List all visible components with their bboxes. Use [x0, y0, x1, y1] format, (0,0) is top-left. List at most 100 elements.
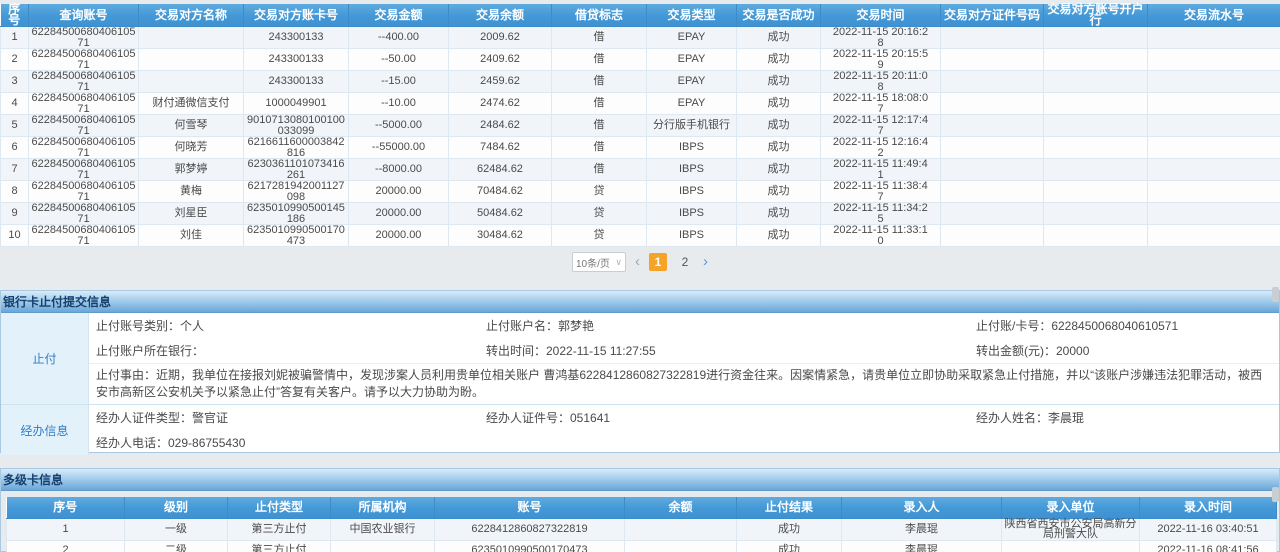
chevron-left-icon[interactable]: ‹ — [635, 253, 640, 271]
cell — [941, 137, 1044, 159]
column-header: 账号 — [435, 497, 625, 518]
stop-payment-fields: 止付账号类别：个人 止付账户名：郭梦艳 止付账/卡号：6228450068040… — [89, 313, 1279, 404]
cell — [941, 115, 1044, 137]
cell: 成功 — [737, 540, 842, 552]
cell: 7 — [1, 159, 29, 181]
cell: 李晨琨 — [842, 518, 1002, 540]
table-row: 862284500680406105 71黄梅6217281942001127 … — [1, 181, 1280, 203]
cell: 借 — [552, 115, 647, 137]
cell: 62284500680406105 71 — [29, 159, 139, 181]
cell: 成功 — [737, 93, 821, 115]
cell: 62284500680406105 71 — [29, 49, 139, 71]
cell — [941, 181, 1044, 203]
cell: 2474.62 — [449, 93, 552, 115]
cell: 5 — [1, 115, 29, 137]
cell: 2022-11-16 03:40:51 — [1140, 518, 1277, 540]
cell: IBPS — [647, 159, 737, 181]
cell: 二级 — [125, 540, 228, 552]
scrollbar-thumb[interactable] — [1272, 487, 1279, 502]
chevron-right-icon[interactable]: › — [703, 253, 708, 271]
cell: --15.00 — [349, 71, 449, 93]
cell: 62284500680406105 71 — [29, 93, 139, 115]
cell — [941, 159, 1044, 181]
page-button-2[interactable]: 2 — [676, 253, 694, 271]
cell: 2022-11-15 11:33:1 0 — [821, 225, 941, 247]
cell: 9 — [1, 203, 29, 225]
page-size-label: 10条/页 — [576, 255, 610, 270]
table-row: 1062284500680406105 71刘佳6235010990500170… — [1, 225, 1280, 247]
cell: 第三方止付 — [228, 518, 331, 540]
column-header: 所属机构 — [331, 497, 435, 518]
cell: 成功 — [737, 203, 821, 225]
table-row: 462284500680406105 71财付通微信支付1000049901--… — [1, 93, 1280, 115]
cell: 借 — [552, 49, 647, 71]
account-bank-field: 止付账户所在银行： — [96, 342, 486, 359]
multilevel-card-panel: 多级卡信息 序号级别止付类型所属机构账号余额止付结果录入人录入单位录入时间 1一… — [0, 468, 1280, 552]
cell: 243300133 — [244, 71, 349, 93]
cell — [331, 540, 435, 552]
cell: 1000049901 — [244, 93, 349, 115]
column-header: 借贷标志 — [552, 4, 647, 27]
cell: 9010713080100100 033099 — [244, 115, 349, 137]
page-button-1[interactable]: 1 — [649, 253, 667, 271]
column-header: 交易流水号 — [1148, 4, 1280, 27]
cell: 成功 — [737, 181, 821, 203]
cell: 20000.00 — [349, 225, 449, 247]
column-header: 查询账号 — [29, 4, 139, 27]
column-header: 交易对方账号开户行 — [1044, 4, 1148, 27]
column-header: 止付结果 — [737, 497, 842, 518]
cell — [1148, 225, 1280, 247]
column-header: 交易时间 — [821, 4, 941, 27]
account-category-field: 止付账号类别：个人 — [96, 317, 486, 334]
cell — [1002, 540, 1140, 552]
column-header: 录入时间 — [1140, 497, 1277, 518]
cell — [1148, 159, 1280, 181]
cell: 243300133 — [244, 49, 349, 71]
table-row: 562284500680406105 71何雪琴9010713080100100… — [1, 115, 1280, 137]
table-row: 362284500680406105 71243300133--15.00245… — [1, 71, 1280, 93]
cell — [941, 203, 1044, 225]
scrollbar-thumb[interactable] — [1272, 287, 1279, 302]
cell: 成功 — [737, 159, 821, 181]
cell: 6235010990500170473 — [435, 540, 625, 552]
cell: 62284500680406105 71 — [29, 225, 139, 247]
cell: 李晨琨 — [842, 540, 1002, 552]
cell: 62284500680406105 71 — [29, 27, 139, 49]
field-row: 止付账号类别：个人 止付账户名：郭梦艳 止付账/卡号：6228450068040… — [89, 313, 1279, 338]
cell: 62284500680406105 71 — [29, 203, 139, 225]
cell — [139, 27, 244, 49]
cell: 2459.62 — [449, 71, 552, 93]
cell — [941, 71, 1044, 93]
cell: IBPS — [647, 181, 737, 203]
account-name-field: 止付账户名：郭梦艳 — [486, 317, 976, 334]
cell: 4 — [1, 93, 29, 115]
cell: 2484.62 — [449, 115, 552, 137]
column-header: 交易是否成功 — [737, 4, 821, 27]
cell: 成功 — [737, 137, 821, 159]
card-number-field: 止付账/卡号：6228450068040610571 — [976, 317, 1279, 334]
cell: --50.00 — [349, 49, 449, 71]
column-header: 级别 — [125, 497, 228, 518]
table-row: 162284500680406105 71243300133--400.0020… — [1, 27, 1280, 49]
cell — [1148, 93, 1280, 115]
cell — [1148, 115, 1280, 137]
table-row: 662284500680406105 71何晓芳6216611600003842… — [1, 137, 1280, 159]
cell: 刘星臣 — [139, 203, 244, 225]
agent-info-fields: 经办人证件类型：警官证 经办人证件号：051641 经办人姓名：李晨琨 经办人电… — [89, 405, 1279, 455]
chevron-down-icon: ∨ — [615, 257, 622, 268]
cell: 郭梦婷 — [139, 159, 244, 181]
cell: 8 — [1, 181, 29, 203]
cell: 2022-11-15 20:16:2 8 — [821, 27, 941, 49]
cell: 6230361101073416 261 — [244, 159, 349, 181]
cell: 2409.62 — [449, 49, 552, 71]
cell: 借 — [552, 137, 647, 159]
cell: 一级 — [125, 518, 228, 540]
cell: 2022-11-15 11:38:4 7 — [821, 181, 941, 203]
transfer-time-field: 转出时间：2022-11-15 11:27:55 — [486, 342, 976, 359]
cell: --10.00 — [349, 93, 449, 115]
page-size-select[interactable]: 10条/页 ∨ — [572, 252, 626, 272]
cell — [1044, 225, 1148, 247]
cell: 成功 — [737, 49, 821, 71]
cell — [1148, 137, 1280, 159]
cell: 陕西省西安市公安局高新分 局刑警大队 — [1002, 518, 1140, 540]
